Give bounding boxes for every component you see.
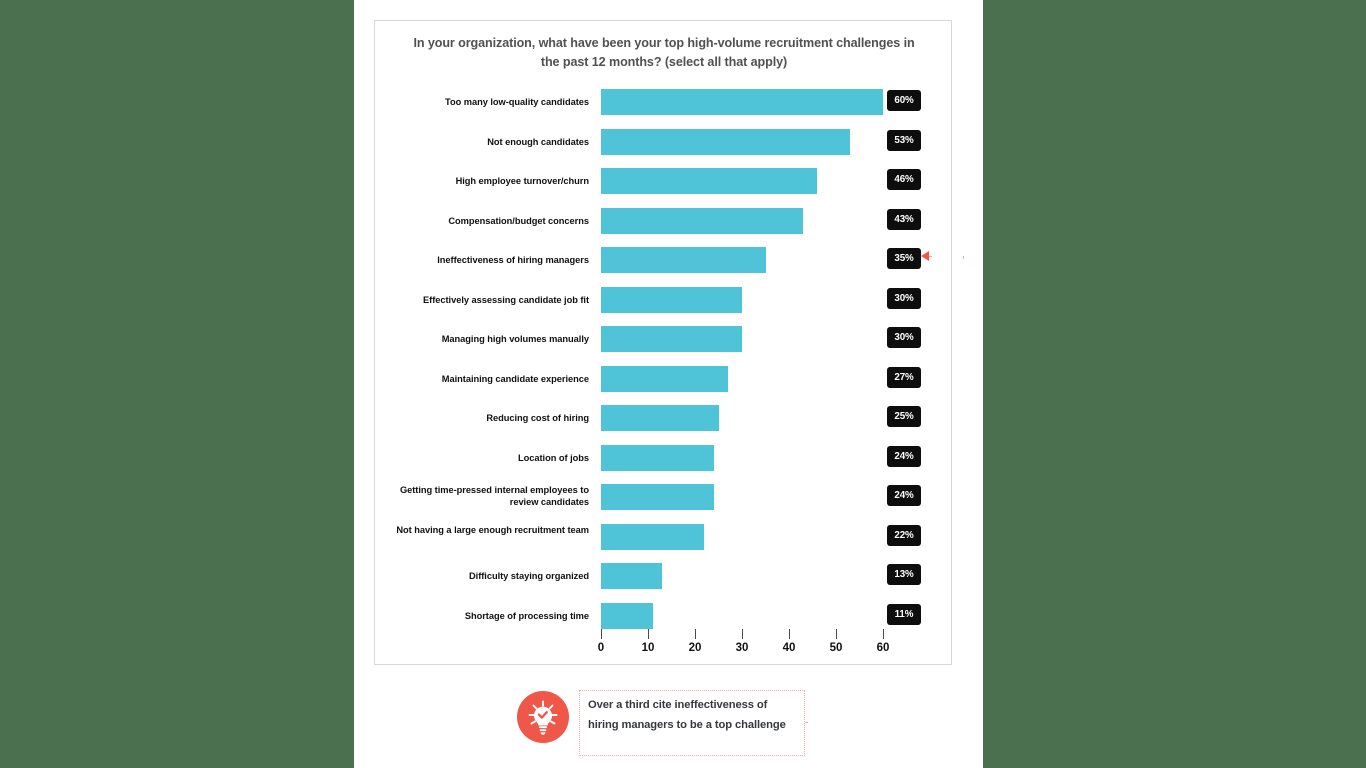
category-label: Maintaining candidate experience bbox=[441, 373, 589, 384]
annotation-line-h-bottom bbox=[805, 722, 964, 723]
bar bbox=[601, 168, 818, 194]
bar bbox=[601, 563, 663, 589]
x-axis: 0 10 20 30 40 50 60 bbox=[375, 629, 953, 669]
x-tick-mark bbox=[695, 629, 696, 639]
bar bbox=[601, 365, 728, 392]
bar-row: Shortage of processing time 11% bbox=[375, 602, 953, 629]
value-badge: 53% bbox=[887, 129, 921, 151]
category-label: Effectively assessing candidate job fit bbox=[423, 294, 589, 305]
bar-row: Getting time-pressed internal employees … bbox=[375, 484, 953, 510]
lightbulb-check-icon bbox=[517, 691, 569, 743]
value-badge: 24% bbox=[887, 445, 921, 467]
value-badge: 35% bbox=[887, 248, 921, 269]
slide-page: In your organization, what have been you… bbox=[354, 0, 983, 768]
x-tick-mark bbox=[836, 629, 837, 639]
bar-row: Reducing cost of hiring 25% bbox=[375, 405, 953, 431]
value-badge: 25% bbox=[887, 406, 921, 427]
value-badge: 46% bbox=[887, 169, 921, 190]
category-label: Too many low-quality candidates bbox=[445, 97, 589, 107]
category-label: Difficulty staying organized bbox=[469, 571, 589, 581]
value-badge: 43% bbox=[887, 208, 921, 230]
annotation-line-h-top bbox=[929, 256, 964, 257]
value-badge: 30% bbox=[887, 327, 921, 348]
bar-row: Too many low-quality candidates 60% bbox=[375, 89, 953, 115]
bar bbox=[601, 405, 719, 431]
bar bbox=[601, 444, 714, 471]
category-label: Not having a large enough recruitment te… bbox=[396, 524, 589, 535]
value-badge: 27% bbox=[887, 366, 921, 388]
bar-chart-plot-area: Too many low-quality candidates 60% Not en… bbox=[375, 21, 953, 666]
bar bbox=[601, 326, 742, 352]
bar bbox=[601, 207, 804, 234]
annotation-line-v bbox=[963, 256, 964, 723]
bar-row: Managing high volumes manually 30% bbox=[375, 326, 953, 352]
bar bbox=[601, 484, 714, 510]
x-tick-label: 50 bbox=[829, 642, 843, 654]
x-tick-label: 40 bbox=[782, 642, 796, 654]
bar bbox=[601, 247, 766, 273]
category-label: Not enough candidates bbox=[487, 136, 589, 147]
bar bbox=[601, 523, 705, 550]
bar-row: Maintaining candidate experience 27% bbox=[375, 365, 953, 392]
bar-row: Effectively assessing candidate job fit 3… bbox=[375, 286, 953, 313]
bar-row: Ineffectiveness of hiring managers 35% bbox=[375, 247, 953, 273]
bar bbox=[601, 89, 883, 115]
x-tick-label: 10 bbox=[641, 642, 655, 654]
category-label: Getting time-pressed internal employees … bbox=[399, 485, 589, 508]
x-tick-mark bbox=[742, 629, 743, 639]
bar bbox=[601, 602, 653, 629]
category-label: Shortage of processing time bbox=[464, 610, 589, 621]
bar-row: Location of jobs 24% bbox=[375, 444, 953, 471]
value-badge: 22% bbox=[887, 524, 921, 546]
category-label: Managing high volumes manually bbox=[441, 334, 589, 344]
value-badge: 11% bbox=[887, 603, 921, 625]
x-tick-label: 60 bbox=[876, 642, 890, 654]
callout-text-box: Over a third cite ineffectiveness of hir… bbox=[579, 690, 805, 756]
value-badge: 30% bbox=[887, 287, 921, 309]
category-label: Compensation/budget concerns bbox=[448, 215, 589, 226]
x-tick-mark bbox=[601, 629, 602, 639]
x-tick-label: 20 bbox=[688, 642, 702, 654]
bar-row: Not having a large enough recruitment te… bbox=[375, 523, 953, 550]
x-tick-mark bbox=[789, 629, 790, 639]
chart-card: In your organization, what have been you… bbox=[374, 20, 952, 665]
value-badge: 60% bbox=[887, 90, 921, 111]
x-tick-mark bbox=[883, 629, 884, 639]
callout-text: Over a third cite ineffectiveness of hir… bbox=[588, 699, 786, 731]
category-label: Location of jobs bbox=[518, 452, 589, 463]
bar-row: Difficulty staying organized 13% bbox=[375, 563, 953, 589]
bar bbox=[601, 128, 851, 155]
x-tick-label: 0 bbox=[597, 642, 605, 654]
category-label: High employee turnover/churn bbox=[455, 176, 589, 186]
bar-row: Not enough candidates 53% bbox=[375, 128, 953, 155]
x-tick-label: 30 bbox=[735, 642, 749, 654]
bar-row: High employee turnover/churn 46% bbox=[375, 168, 953, 194]
category-label: Reducing cost of hiring bbox=[486, 413, 589, 423]
value-badge: 24% bbox=[887, 485, 921, 506]
x-tick-mark bbox=[648, 629, 649, 639]
value-badge: 13% bbox=[887, 564, 921, 585]
bar bbox=[601, 286, 742, 313]
category-label: Ineffectiveness of hiring managers bbox=[437, 255, 589, 265]
bar-row: Compensation/budget concerns 43% bbox=[375, 207, 953, 234]
annotation-arrowhead-icon bbox=[921, 251, 929, 261]
